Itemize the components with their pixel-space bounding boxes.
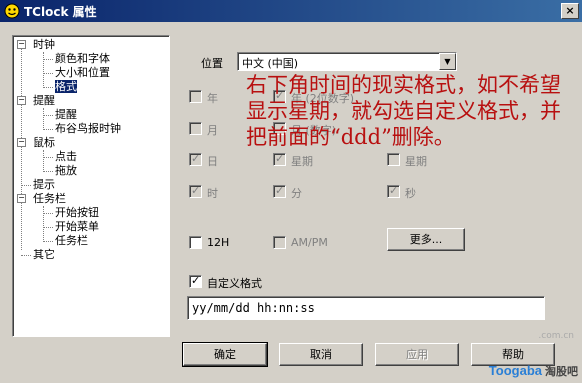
tree-connector (43, 73, 53, 74)
weekday-abbr-checkbox[interactable] (387, 153, 400, 166)
custom-format-label: 自定义格式 (207, 277, 262, 290)
tree-connector (43, 171, 53, 172)
cancel-button[interactable]: 取消 (279, 343, 363, 366)
window-title: TClock 属性 (24, 5, 97, 19)
weekday-checkbox[interactable]: ✓ (273, 152, 286, 166)
tree-item-cuckoo[interactable]: 布谷鸟报时钟 (55, 122, 121, 135)
tree-connector (43, 150, 44, 172)
site-watermark: Toogaba 淘股吧 (489, 363, 578, 379)
hour12-checkbox[interactable] (189, 236, 202, 249)
collapse-icon[interactable]: − (17, 40, 26, 49)
hour12-label: 12H (207, 236, 230, 249)
dialog-window: TClock 属性 × − 时钟 颜色和字体 大小和位置 格式 − 提醒 提醒 … (0, 0, 582, 383)
hour-checkbox[interactable]: ✓ (189, 184, 202, 198)
clock-app-icon (4, 3, 20, 19)
watermark-domain: .com.cn (538, 331, 574, 341)
tree-connector (43, 87, 53, 88)
close-button[interactable]: × (561, 3, 579, 19)
tree-item-start-menu[interactable]: 开始菜单 (55, 220, 99, 233)
collapse-icon[interactable]: − (17, 194, 26, 203)
tree-connector (43, 115, 53, 116)
tree-item-color-font[interactable]: 颜色和字体 (55, 52, 110, 65)
settings-tree[interactable]: − 时钟 颜色和字体 大小和位置 格式 − 提醒 提醒 布谷鸟报时钟 − 鼠标 … (12, 35, 170, 337)
tree-connector (43, 213, 53, 214)
weekday-label: 星期 (291, 155, 313, 168)
tree-item-alarm[interactable]: 提醒 (33, 94, 55, 107)
chevron-down-icon[interactable]: ▼ (439, 53, 456, 70)
tree-connector (43, 227, 53, 228)
collapse-icon[interactable]: − (17, 138, 26, 147)
minute-label: 分 (291, 187, 302, 200)
month-label: 月 (207, 124, 218, 137)
tree-item-format[interactable]: 格式 (55, 80, 77, 93)
ok-button[interactable]: 确定 (182, 342, 268, 367)
watermark-cn: 淘股吧 (545, 366, 578, 378)
month-checkbox[interactable] (189, 122, 202, 135)
tree-connector (43, 157, 53, 158)
tree-connector (21, 255, 31, 256)
tree-item-size-position[interactable]: 大小和位置 (55, 66, 110, 79)
apply-button[interactable]: 应用 (375, 343, 459, 366)
tree-connector (43, 241, 53, 242)
year-checkbox[interactable] (189, 90, 202, 103)
day-checkbox[interactable]: ✓ (189, 152, 202, 166)
weekday-abbr-label: 星期 (405, 155, 427, 168)
custom-format-checkbox[interactable]: ✓ (189, 274, 202, 288)
tree-connector (43, 129, 53, 130)
tree-item-mouse[interactable]: 鼠标 (33, 136, 55, 149)
tree-item-taskbar-sub[interactable]: 任务栏 (55, 234, 88, 247)
tree-item-tooltip[interactable]: 提示 (33, 178, 55, 191)
close-icon: × (565, 4, 575, 17)
tree-connector (21, 185, 31, 186)
title-bar[interactable]: TClock 属性 × (0, 0, 582, 22)
year-label: 年 (207, 92, 218, 105)
tree-item-other[interactable]: 其它 (33, 248, 55, 261)
ampm-label: AM/PM (291, 236, 328, 249)
instruction-annotation: 右下角时间的现实格式，如不希望显示星期，就勾选自定义格式，并把前面的“ddd”删… (246, 73, 561, 149)
tree-item-click[interactable]: 点击 (55, 150, 77, 163)
tree-item-taskbar[interactable]: 任务栏 (33, 192, 66, 205)
tree-connector (43, 108, 44, 130)
minute-checkbox[interactable]: ✓ (273, 184, 286, 198)
collapse-icon[interactable]: − (17, 96, 26, 105)
day-label: 日 (207, 155, 218, 168)
tree-connector (21, 44, 22, 250)
tree-item-start-button[interactable]: 开始按钮 (55, 206, 99, 219)
watermark-brand: Toogaba (488, 363, 542, 378)
tree-item-alarm-sub[interactable]: 提醒 (55, 108, 77, 121)
tree-item-clock[interactable]: 时钟 (33, 38, 55, 51)
location-select[interactable]: 中文 (中国) ▼ (237, 52, 457, 71)
tree-connector (43, 59, 53, 60)
custom-format-input[interactable]: yy/mm/dd hh:nn:ss (187, 296, 545, 320)
more-button[interactable]: 更多... (387, 228, 465, 251)
tree-connector (43, 206, 44, 242)
ampm-checkbox[interactable] (273, 236, 286, 249)
hour-label: 时 (207, 187, 218, 200)
second-label: 秒 (405, 187, 416, 200)
location-value: 中文 (中国) (242, 57, 299, 70)
tree-connector (43, 52, 44, 88)
location-label: 位置 (201, 57, 223, 70)
second-checkbox[interactable]: ✓ (387, 184, 400, 198)
tree-item-drag[interactable]: 拖放 (55, 164, 77, 177)
